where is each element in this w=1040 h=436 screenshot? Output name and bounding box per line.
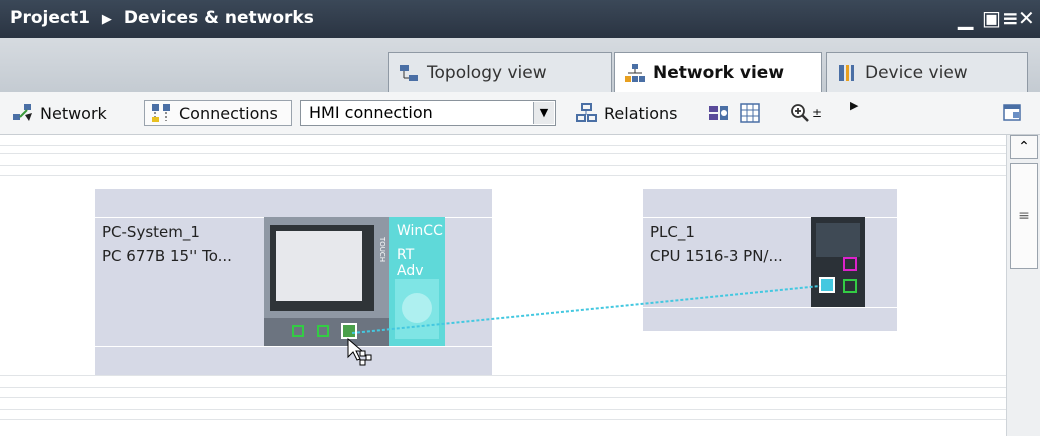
zoom-dropdown-icon: ±	[812, 106, 823, 120]
chevron-right-icon: ▶	[850, 98, 859, 112]
connection-type-value: HMI connection	[309, 103, 433, 122]
overview-toggle-button[interactable]	[1002, 100, 1024, 126]
tab-device-view[interactable]: Device view	[826, 52, 1028, 92]
zoom-in-button[interactable]	[790, 100, 812, 126]
tab-network-view[interactable]: Network view	[614, 52, 822, 93]
restore-button[interactable]: ▣	[982, 6, 1001, 30]
panel-toggle-icon	[1003, 104, 1021, 121]
connection-type-select[interactable]: HMI connection ▼	[300, 100, 556, 126]
mouse-cursor-icon	[347, 337, 372, 366]
scroll-up-button[interactable]: ⌃	[1010, 135, 1038, 159]
scroll-thumb[interactable]: ≡	[1010, 163, 1038, 269]
network-button-label: Network	[40, 103, 107, 123]
grid-button[interactable]	[740, 100, 762, 126]
tab-network-label: Network view	[653, 63, 785, 83]
breadcrumb-project[interactable]: Project1	[10, 8, 90, 28]
zoom-options-button[interactable]: ±	[812, 100, 822, 126]
network-canvas[interactable]: PC-System_1 PC 677B 15'' To... TOUCH Win…	[0, 135, 1006, 436]
connections-button[interactable]: Connections	[144, 100, 292, 126]
relations-icon	[576, 103, 597, 122]
device-icon	[839, 64, 854, 81]
title-bar: Project1 ▶ Devices & networks ▁ ▣ ≡ ✕	[0, 0, 1040, 38]
network-button[interactable]: Network	[12, 100, 107, 126]
tab-topology-view[interactable]: Topology view	[388, 52, 612, 92]
editor-toolbar: Network Connections HMI connection ▼ Rel…	[0, 92, 1040, 135]
more-tools-button[interactable]: ▶	[850, 92, 858, 118]
breadcrumb-separator-icon: ▶	[101, 12, 112, 27]
minimize-button[interactable]: ▁	[958, 6, 973, 30]
zoom-in-icon	[791, 104, 809, 122]
relations-button[interactable]: Relations	[576, 100, 677, 126]
grid-icon	[740, 103, 760, 123]
topology-icon	[400, 64, 418, 81]
show-addresses-button[interactable]	[708, 100, 730, 126]
connections-button-label: Connections	[179, 103, 278, 123]
breadcrumb: Project1 ▶ Devices & networks	[10, 8, 314, 28]
dropdown-arrow-icon[interactable]: ▼	[533, 102, 554, 124]
hmi-connection-layer	[347, 285, 821, 366]
connections-icon	[152, 104, 170, 122]
network-icon	[625, 64, 645, 82]
address-icon	[709, 106, 728, 120]
close-button[interactable]: ✕	[1018, 6, 1035, 30]
view-tabs-bar: Topology view Network view Device view	[0, 38, 1040, 93]
network-mode-icon	[13, 104, 32, 121]
menu-button[interactable]: ≡	[1002, 6, 1019, 30]
tab-topology-label: Topology view	[427, 62, 547, 83]
breadcrumb-section: Devices & networks	[123, 8, 314, 28]
relations-button-label: Relations	[604, 103, 678, 123]
tab-device-label: Device view	[865, 62, 968, 83]
hmi-connection-line[interactable]	[351, 285, 821, 334]
vertical-scrollbar[interactable]: ⌃ ≡	[1006, 135, 1040, 436]
